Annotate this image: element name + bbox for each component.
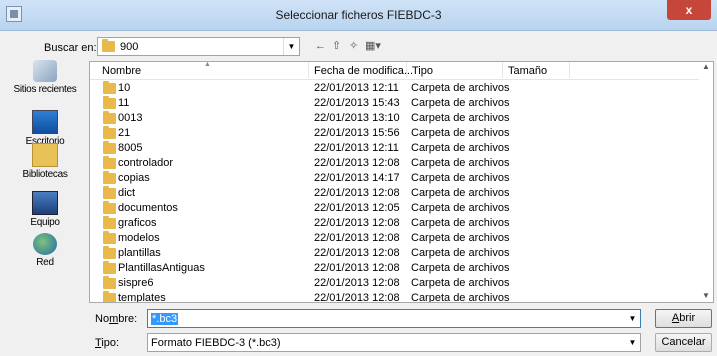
list-item[interactable]: sispre6 22/01/2013 12:08 Carpeta de archiv…	[90, 276, 700, 291]
folder-icon	[103, 291, 116, 302]
vertical-scrollbar[interactable]: ▲ ▼	[699, 62, 713, 302]
folder-icon	[103, 261, 116, 274]
desktop-icon	[32, 110, 58, 134]
scroll-down-icon[interactable]: ▼	[699, 291, 713, 300]
place-desktop[interactable]: Escritorio	[4, 110, 86, 147]
list-item[interactable]: 10 22/01/2013 12:11 Carpeta de archivos	[90, 81, 700, 96]
computer-icon	[32, 191, 58, 215]
place-label: Bibliotecas	[22, 169, 68, 180]
view-menu-icon[interactable]: ▦▾	[365, 39, 381, 53]
column-date[interactable]: Fecha de modifica...	[314, 65, 413, 77]
list-item[interactable]: 11 22/01/2013 15:43 Carpeta de archivos	[90, 96, 700, 111]
list-item[interactable]: dict 22/01/2013 12:08 Carpeta de archivos	[90, 186, 700, 201]
network-icon	[33, 233, 57, 255]
folder-icon	[103, 96, 116, 109]
list-item[interactable]: templates 22/01/2013 12:08 Carpeta de arch…	[90, 291, 700, 302]
folder-icon	[103, 156, 116, 169]
list-item[interactable]: documentos 22/01/2013 12:05 Carpeta de arc…	[90, 201, 700, 216]
list-item[interactable]: 8005 22/01/2013 12:11 Carpeta de archivos	[90, 141, 700, 156]
folder-icon	[103, 231, 116, 244]
scroll-up-icon[interactable]: ▲	[699, 62, 713, 71]
chevron-down-icon[interactable]: ▼	[625, 310, 640, 327]
cancel-button[interactable]: Cancelar	[655, 333, 712, 352]
chevron-down-icon[interactable]: ▼	[625, 334, 640, 351]
place-computer[interactable]: Equipo	[4, 191, 86, 228]
list-item[interactable]: copias 22/01/2013 14:17 Carpeta de archivo…	[90, 171, 700, 186]
folder-icon	[103, 171, 116, 184]
up-folder-icon[interactable]: ⇧	[332, 39, 341, 53]
file-list[interactable]: ▲ Nombre Fecha de modifica... Tipo Tamañ…	[89, 61, 714, 303]
filetype-value: Formato FIEBDC-3 (*.bc3)	[151, 337, 281, 349]
column-type[interactable]: Tipo	[412, 65, 433, 77]
list-item[interactable]: 21 22/01/2013 15:56 Carpeta de archivos	[90, 126, 700, 141]
place-libraries[interactable]: Bibliotecas	[4, 143, 86, 180]
folder-icon	[103, 216, 116, 229]
look-in-label: Buscar en:	[44, 42, 97, 54]
filetype-label: Tipo:	[95, 337, 120, 349]
folder-icon	[103, 201, 116, 214]
folder-icon	[103, 246, 116, 259]
place-label: Red	[36, 257, 54, 268]
column-name[interactable]: Nombre	[102, 65, 141, 77]
look-in-dropdown[interactable]: 900 ▼	[97, 37, 300, 56]
sort-up-icon: ▲	[204, 61, 211, 68]
list-item[interactable]: modelos 22/01/2013 12:08 Carpeta de archiv…	[90, 231, 700, 246]
list-item[interactable]: plantillas 22/01/2013 12:08 Carpeta de arc…	[90, 246, 700, 261]
list-item[interactable]: PlantillasAntiguas 22/01/2013 12:08 Carpet…	[90, 261, 700, 276]
list-item[interactable]: controlador 22/01/2013 12:08 Carpeta de ar…	[90, 156, 700, 171]
list-item[interactable]: 0013 22/01/2013 13:10 Carpeta de archivos	[90, 111, 700, 126]
folder-icon	[103, 126, 116, 139]
new-folder-icon[interactable]: ✧	[349, 39, 358, 53]
filename-value: *.bc3	[151, 313, 179, 325]
close-button[interactable]: x	[667, 0, 711, 20]
filename-input[interactable]: *.bc3 ▼	[147, 309, 641, 328]
place-network[interactable]: Red	[4, 233, 86, 268]
recent-places-icon	[33, 60, 57, 82]
open-button[interactable]: Abrir	[655, 309, 712, 328]
folder-icon	[102, 39, 115, 52]
chevron-down-icon[interactable]: ▼	[283, 38, 299, 55]
list-item[interactable]: graficos 22/01/2013 12:08 Carpeta de archi…	[90, 216, 700, 231]
folder-icon	[103, 111, 116, 124]
place-recent[interactable]: Sitios recientes	[4, 60, 86, 95]
place-label: Sitios recientes	[13, 84, 77, 95]
folder-icon	[103, 276, 116, 289]
list-header: ▲ Nombre Fecha de modifica... Tipo Tamañ…	[90, 62, 700, 80]
folder-icon	[103, 141, 116, 154]
place-label: Equipo	[30, 217, 60, 228]
column-size[interactable]: Tamaño	[508, 65, 547, 77]
filetype-dropdown[interactable]: Formato FIEBDC-3 (*.bc3) ▼	[147, 333, 641, 352]
libraries-icon	[32, 143, 58, 167]
back-icon[interactable]: ←	[315, 39, 326, 53]
look-in-value: 900	[120, 41, 139, 53]
folder-icon	[103, 186, 116, 199]
filename-label: Nombre:	[95, 313, 138, 325]
window-title: Seleccionar ficheros FIEBDC-3	[275, 8, 442, 22]
folder-icon	[103, 81, 116, 94]
title-bar: Seleccionar ficheros FIEBDC-3 x	[0, 0, 717, 31]
